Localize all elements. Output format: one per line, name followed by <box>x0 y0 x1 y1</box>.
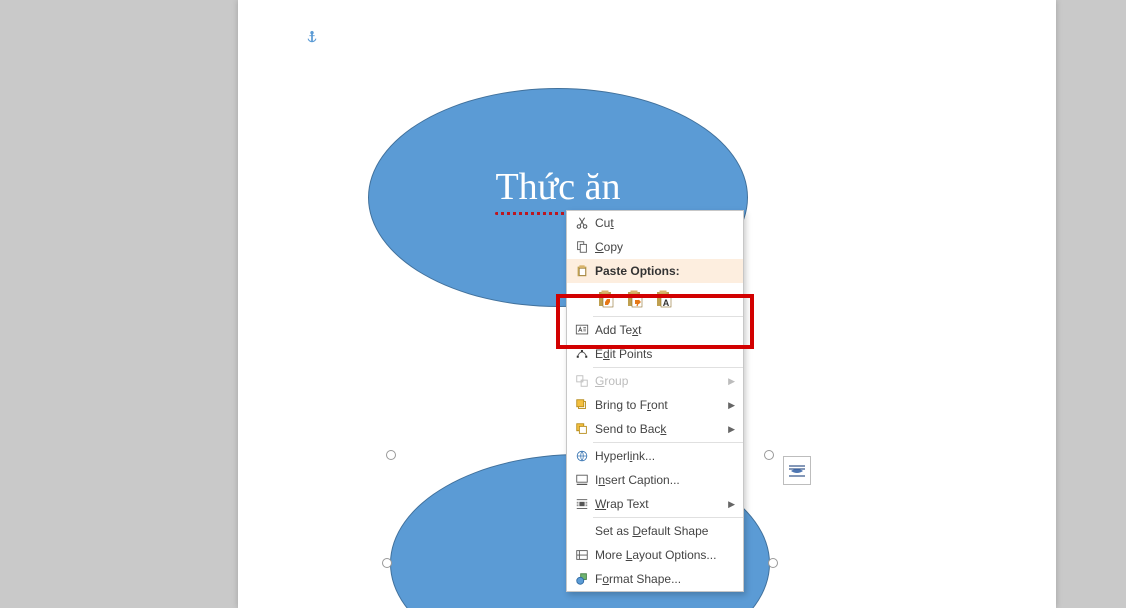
copy-icon <box>571 240 593 254</box>
add-text-icon <box>571 323 593 337</box>
selection-handle[interactable] <box>764 450 774 460</box>
paste-keep-source-icon[interactable] <box>597 289 617 309</box>
submenu-arrow-icon: ▶ <box>728 499 735 510</box>
menu-send-to-back[interactable]: Send to Back ▶ <box>567 417 743 441</box>
paste-merge-icon[interactable] <box>626 289 646 309</box>
shape-text: Thức ăn <box>495 165 620 209</box>
paste-icon <box>571 264 593 278</box>
format-shape-icon <box>571 572 593 586</box>
menu-separator <box>593 442 743 443</box>
anchor-icon <box>305 30 319 47</box>
selection-handle[interactable] <box>768 558 778 568</box>
bring-front-icon <box>571 398 593 412</box>
menu-set-default-shape[interactable]: Set as Default Shape <box>567 519 743 543</box>
paste-options-row: A <box>567 283 743 315</box>
edit-points-icon <box>571 347 593 361</box>
menu-insert-caption[interactable]: Insert Caption... <box>567 468 743 492</box>
svg-text:A: A <box>663 298 670 308</box>
layout-options-icon <box>571 548 593 562</box>
menu-separator <box>593 316 743 317</box>
submenu-arrow-icon: ▶ <box>728 376 735 387</box>
menu-label: Group <box>593 374 724 388</box>
paste-text-only-icon[interactable]: A <box>655 289 675 309</box>
layout-options-button[interactable] <box>783 456 811 485</box>
menu-label: Copy <box>593 240 735 254</box>
menu-cut[interactable]: Cut <box>567 211 743 235</box>
submenu-arrow-icon: ▶ <box>728 400 735 411</box>
cut-icon <box>571 216 593 230</box>
menu-add-text[interactable]: Add Text <box>567 318 743 342</box>
menu-label: Hyperlink... <box>593 449 735 463</box>
menu-paste-options-label: Paste Options: <box>567 259 743 283</box>
menu-label: Paste Options: <box>593 264 735 278</box>
menu-label: Cut <box>593 216 735 230</box>
wrap-text-icon <box>571 497 593 511</box>
menu-edit-points[interactable]: Edit Points <box>567 342 743 366</box>
selection-handle[interactable] <box>382 558 392 568</box>
shape-text-value: Thức ăn <box>495 166 620 208</box>
hyperlink-icon <box>571 449 593 463</box>
menu-hyperlink[interactable]: Hyperlink... <box>567 444 743 468</box>
submenu-arrow-icon: ▶ <box>728 424 735 435</box>
caption-icon <box>571 473 593 487</box>
menu-label: Insert Caption... <box>593 473 735 487</box>
menu-separator <box>593 517 743 518</box>
menu-separator <box>593 367 743 368</box>
menu-bring-to-front[interactable]: Bring to Front ▶ <box>567 393 743 417</box>
send-back-icon <box>571 422 593 436</box>
group-icon <box>571 374 593 388</box>
menu-wrap-text[interactable]: Wrap Text ▶ <box>567 492 743 516</box>
context-menu: Cut Copy Paste Options: A Add Text <box>566 210 744 592</box>
menu-label: Bring to Front <box>593 398 724 412</box>
menu-label: Set as Default Shape <box>593 524 735 538</box>
menu-label: Edit Points <box>593 347 735 361</box>
menu-label: Add Text <box>593 323 735 337</box>
menu-label: Send to Back <box>593 422 724 436</box>
menu-copy[interactable]: Copy <box>567 235 743 259</box>
menu-label: Wrap Text <box>593 497 724 511</box>
menu-label: More Layout Options... <box>593 548 735 562</box>
menu-label: Format Shape... <box>593 572 735 586</box>
menu-format-shape[interactable]: Format Shape... <box>567 567 743 591</box>
menu-group: Group ▶ <box>567 369 743 393</box>
selection-handle[interactable] <box>386 450 396 460</box>
menu-more-layout-options[interactable]: More Layout Options... <box>567 543 743 567</box>
